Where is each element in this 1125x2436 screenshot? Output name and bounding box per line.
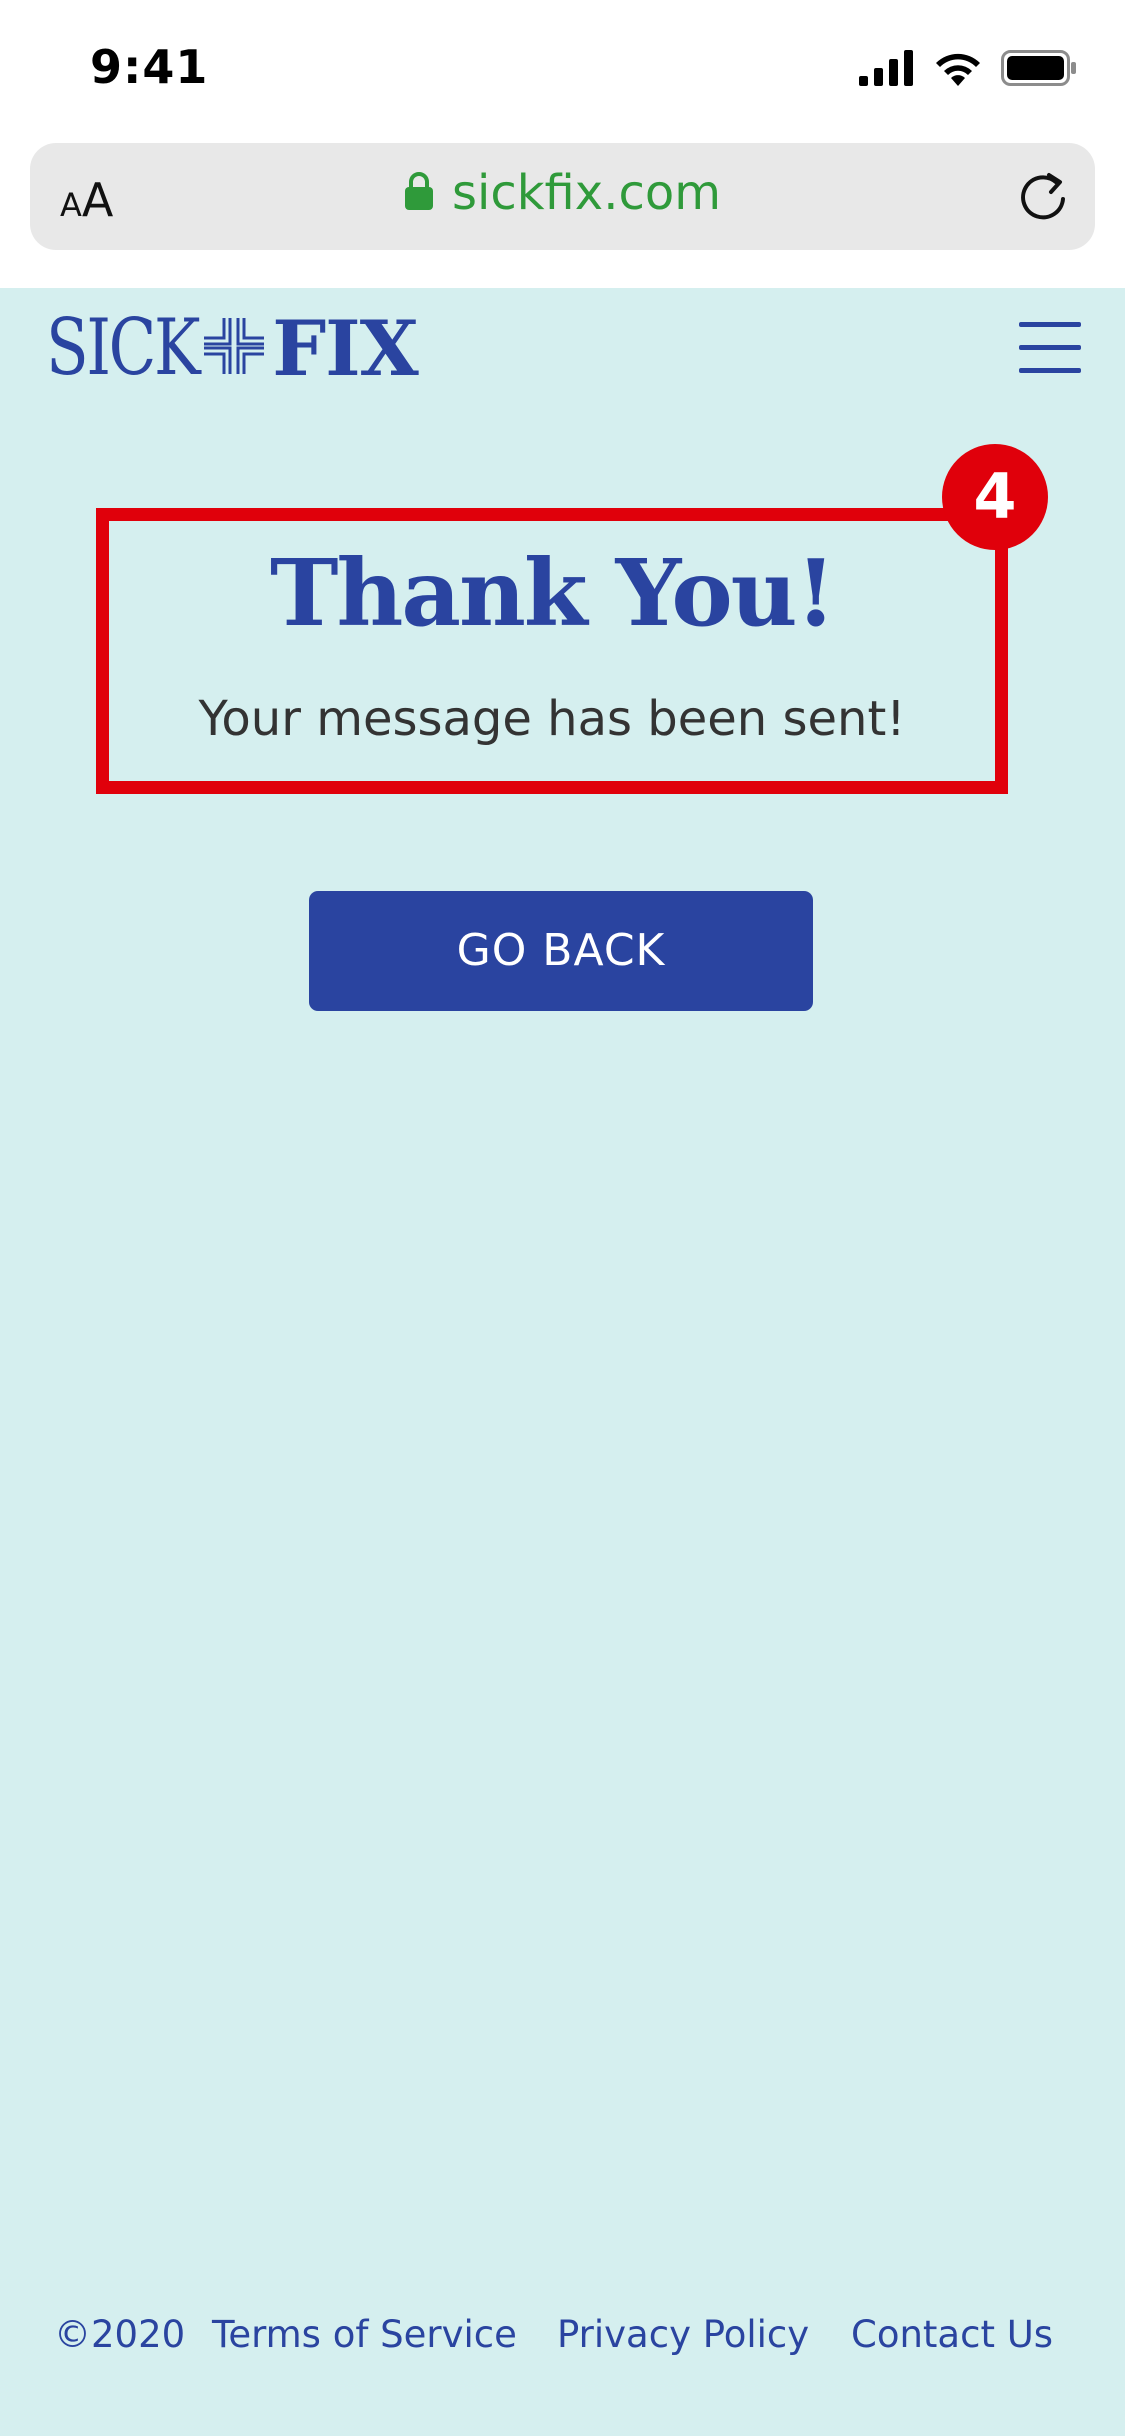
logo-text-fix: FIX	[272, 303, 418, 393]
footer-link-privacy[interactable]: Privacy Policy	[557, 2313, 809, 2356]
footer-copyright: ©2020	[54, 2313, 186, 2356]
lock-icon	[404, 171, 434, 215]
confirmation-message: Your message has been sent!	[198, 691, 906, 747]
hamburger-menu-icon[interactable]	[1019, 318, 1081, 376]
go-back-button[interactable]: GO BACK	[309, 891, 813, 1011]
footer-link-contact[interactable]: Contact Us	[851, 2313, 1053, 2356]
status-bar: 9:41	[0, 0, 1125, 138]
thank-you-highlight-box: Thank You! Your message has been sent!	[96, 508, 1008, 794]
reload-icon[interactable]	[1013, 167, 1073, 227]
address-bar[interactable]: A A sickfix.com	[30, 143, 1095, 250]
status-icons	[859, 50, 1077, 90]
browser-chrome: A A sickfix.com	[0, 138, 1125, 288]
status-time: 9:41	[90, 40, 209, 94]
url-display[interactable]: sickfix.com	[30, 165, 1095, 221]
site-header: SICK FIX	[0, 288, 1125, 408]
logo-cross-icon	[202, 316, 266, 380]
sickfix-logo[interactable]: SICK FIX	[46, 303, 419, 393]
page-title: Thank You!	[270, 539, 836, 647]
battery-icon	[1001, 50, 1077, 90]
url-text: sickfix.com	[452, 165, 721, 221]
wifi-icon	[933, 50, 983, 90]
cellular-signal-icon	[859, 50, 915, 90]
footer: ©2020 Terms of Service Privacy Policy Co…	[0, 2305, 1125, 2365]
annotation-badge: 4	[942, 444, 1048, 550]
logo-text-sick: SICK	[46, 303, 201, 393]
footer-link-terms[interactable]: Terms of Service	[212, 2313, 517, 2356]
